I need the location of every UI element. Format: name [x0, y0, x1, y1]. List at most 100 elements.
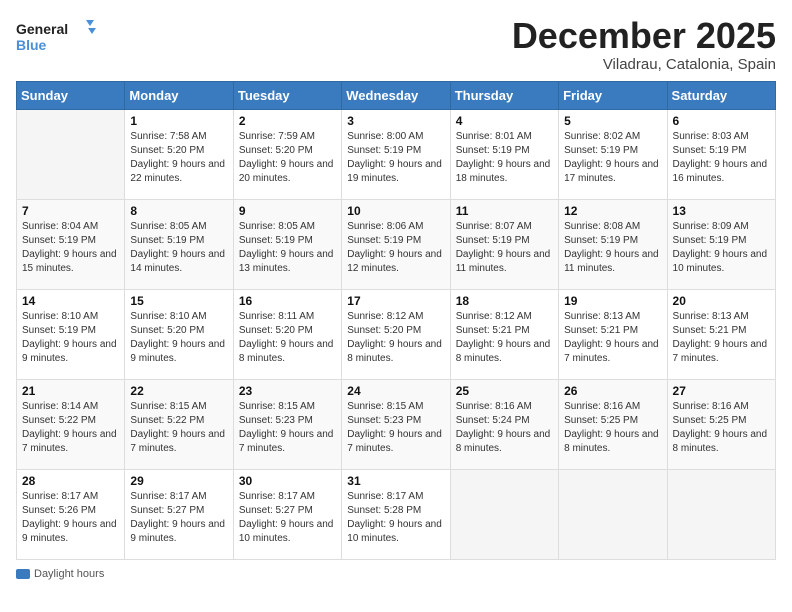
calendar-cell: 20Sunrise: 8:13 AMSunset: 5:21 PMDayligh… [667, 289, 775, 379]
sunset-text: Sunset: 5:19 PM [347, 235, 421, 246]
cell-info: Sunrise: 8:04 AMSunset: 5:19 PMDaylight:… [22, 220, 119, 276]
day-number: 4 [456, 114, 553, 128]
calendar-cell: 23Sunrise: 8:15 AMSunset: 5:23 PMDayligh… [233, 379, 341, 469]
daylight-text: Daylight: 9 hours and 11 minutes. [456, 249, 551, 274]
cell-info: Sunrise: 8:14 AMSunset: 5:22 PMDaylight:… [22, 400, 119, 456]
day-number: 26 [564, 384, 661, 398]
daylight-label: Daylight hours [34, 568, 104, 580]
day-number: 10 [347, 204, 444, 218]
cell-info: Sunrise: 8:01 AM Sunset: 5:19 PM Daylight:… [456, 130, 553, 186]
calendar-cell: 12Sunrise: 8:08 AMSunset: 5:19 PMDayligh… [559, 199, 667, 289]
daylight-text: Daylight: 9 hours and 9 minutes. [22, 519, 117, 544]
cell-info: Sunrise: 8:17 AMSunset: 5:27 PMDaylight:… [130, 490, 227, 546]
daylight-text: Daylight: 9 hours and 7 minutes. [130, 429, 225, 454]
weekday-header-row: SundayMondayTuesdayWednesdayThursdayFrid… [17, 81, 776, 109]
sunset-text: Sunset: 5:25 PM [564, 415, 638, 426]
calendar-cell: 14Sunrise: 8:10 AMSunset: 5:19 PMDayligh… [17, 289, 125, 379]
calendar-cell: 2Sunrise: 7:59 AMSunset: 5:20 PMDaylight… [233, 109, 341, 199]
calendar-cell: 7Sunrise: 8:04 AMSunset: 5:19 PMDaylight… [17, 199, 125, 289]
sunrise-text: Sunrise: 8:05 AM [130, 221, 206, 232]
cell-info: Sunrise: 8:13 AMSunset: 5:21 PMDaylight:… [673, 310, 770, 366]
daylight-text: Daylight: 9 hours and 7 minutes. [22, 429, 117, 454]
day-number: 12 [564, 204, 661, 218]
cell-info: Sunrise: 8:17 AMSunset: 5:27 PMDaylight:… [239, 490, 336, 546]
cell-info: Sunrise: 7:59 AMSunset: 5:20 PMDaylight:… [239, 130, 336, 186]
cell-info: Sunrise: 8:05 AMSunset: 5:19 PMDaylight:… [130, 220, 227, 276]
sunrise-text: Sunrise: 8:01 AM [456, 131, 532, 142]
cell-info: Sunrise: 8:00 AMSunset: 5:19 PMDaylight:… [347, 130, 444, 186]
calendar-cell: 27Sunrise: 8:16 AMSunset: 5:25 PMDayligh… [667, 379, 775, 469]
sunrise-text: Sunrise: 8:16 AM [456, 401, 532, 412]
day-number: 22 [130, 384, 227, 398]
calendar-cell: 3Sunrise: 8:00 AMSunset: 5:19 PMDaylight… [342, 109, 450, 199]
cell-info: Sunrise: 8:07 AMSunset: 5:19 PMDaylight:… [456, 220, 553, 276]
sunset-text: Sunset: 5:19 PM [673, 145, 747, 156]
calendar-week-4: 21Sunrise: 8:14 AMSunset: 5:22 PMDayligh… [17, 379, 776, 469]
cell-info: Sunrise: 8:12 AMSunset: 5:21 PMDaylight:… [456, 310, 553, 366]
sunrise-text: Sunrise: 8:17 AM [130, 491, 206, 502]
calendar-cell: 17Sunrise: 8:12 AMSunset: 5:20 PMDayligh… [342, 289, 450, 379]
calendar-week-1: 1Sunrise: 7:58 AMSunset: 5:20 PMDaylight… [17, 109, 776, 199]
cell-info: Sunrise: 8:11 AMSunset: 5:20 PMDaylight:… [239, 310, 336, 366]
sunrise-text: Sunrise: 8:13 AM [564, 311, 640, 322]
sunset-text: Sunset: 5:19 PM [673, 235, 747, 246]
sunset-text: Sunset: 5:25 PM [673, 415, 747, 426]
daylight-text: Daylight: 9 hours and 9 minutes. [22, 339, 117, 364]
calendar-cell: 28 Sunrise: 8:17 AM Sunset: 5:26 PM Dayligh… [17, 469, 125, 559]
sunrise-text: Sunrise: 8:02 AM [564, 131, 640, 142]
day-number: 25 [456, 384, 553, 398]
weekday-header-thursday: Thursday [450, 81, 558, 109]
daylight-text: Daylight: 9 hours and 20 minutes. [239, 159, 334, 184]
sunrise-text: Sunrise: 8:09 AM [673, 221, 749, 232]
calendar-cell: 16Sunrise: 8:11 AMSunset: 5:20 PMDayligh… [233, 289, 341, 379]
sunset-text: Sunset: 5:19 PM [456, 145, 530, 156]
cell-info: Sunrise: 8:03 AMSunset: 5:19 PMDaylight:… [673, 130, 770, 186]
calendar-cell: 25Sunrise: 8:16 AMSunset: 5:24 PMDayligh… [450, 379, 558, 469]
sunset-text: Sunset: 5:20 PM [239, 145, 313, 156]
calendar-cell: 24Sunrise: 8:15 AMSunset: 5:23 PMDayligh… [342, 379, 450, 469]
svg-text:Blue: Blue [16, 37, 47, 53]
sunset-text: Sunset: 5:26 PM [22, 505, 96, 516]
weekday-header-saturday: Saturday [667, 81, 775, 109]
calendar-cell: 26Sunrise: 8:16 AMSunset: 5:25 PMDayligh… [559, 379, 667, 469]
calendar-cell [17, 109, 125, 199]
sunset-text: Sunset: 5:20 PM [130, 145, 204, 156]
daylight-text: Daylight: 9 hours and 8 minutes. [239, 339, 334, 364]
daylight-text: Daylight: 9 hours and 8 minutes. [456, 339, 551, 364]
sunset-text: Sunset: 5:19 PM [564, 235, 638, 246]
daylight-text: Daylight: 9 hours and 11 minutes. [564, 249, 659, 274]
daylight-text: Daylight: 9 hours and 18 minutes. [456, 159, 551, 184]
calendar-cell: 13Sunrise: 8:09 AMSunset: 5:19 PMDayligh… [667, 199, 775, 289]
sunrise-text: Sunrise: 8:15 AM [130, 401, 206, 412]
day-number: 5 [564, 114, 661, 128]
location: Viladrau, Catalonia, Spain [512, 56, 776, 73]
calendar-cell: 29Sunrise: 8:17 AMSunset: 5:27 PMDayligh… [125, 469, 233, 559]
day-number: 8 [130, 204, 227, 218]
daylight-text: Daylight: 9 hours and 10 minutes. [347, 519, 442, 544]
day-number: 18 [456, 294, 553, 308]
sunrise-text: Sunrise: 8:16 AM [673, 401, 749, 412]
day-number: 28 [22, 474, 119, 488]
day-number: 27 [673, 384, 770, 398]
sunrise-text: Sunrise: 8:06 AM [347, 221, 423, 232]
footer: Daylight hours [16, 568, 776, 580]
sunset-text: Sunset: 5:19 PM [22, 235, 96, 246]
calendar-week-2: 7Sunrise: 8:04 AMSunset: 5:19 PMDaylight… [17, 199, 776, 289]
legend-item: Daylight hours [16, 568, 104, 580]
daylight-text: Daylight: 9 hours and 8 minutes. [347, 339, 442, 364]
calendar-cell: 22Sunrise: 8:15 AMSunset: 5:22 PMDayligh… [125, 379, 233, 469]
calendar-cell: 15Sunrise: 8:10 AMSunset: 5:20 PMDayligh… [125, 289, 233, 379]
calendar-cell: 10Sunrise: 8:06 AMSunset: 5:19 PMDayligh… [342, 199, 450, 289]
calendar-cell: 8 Sunrise: 8:05 AMSunset: 5:19 PMDaylight… [125, 199, 233, 289]
day-number: 14 [22, 294, 119, 308]
calendar-table: SundayMondayTuesdayWednesdayThursdayFrid… [16, 81, 776, 560]
calendar-cell: 31Sunrise: 8:17 AMSunset: 5:28 PMDayligh… [342, 469, 450, 559]
calendar-cell: 11Sunrise: 8:07 AMSunset: 5:19 PMDayligh… [450, 199, 558, 289]
sunrise-text: Sunrise: 8:17 AM [347, 491, 423, 502]
logo-icon: General Blue [16, 16, 96, 56]
day-number: 30 [239, 474, 336, 488]
sunrise-text: Sunrise: 8:17 AM [22, 491, 98, 502]
sunrise-text: Sunrise: 8:03 AM [673, 131, 749, 142]
daylight-text: Daylight: 9 hours and 7 minutes. [347, 429, 442, 454]
cell-info: Sunrise: 8:10 AMSunset: 5:20 PMDaylight:… [130, 310, 227, 366]
